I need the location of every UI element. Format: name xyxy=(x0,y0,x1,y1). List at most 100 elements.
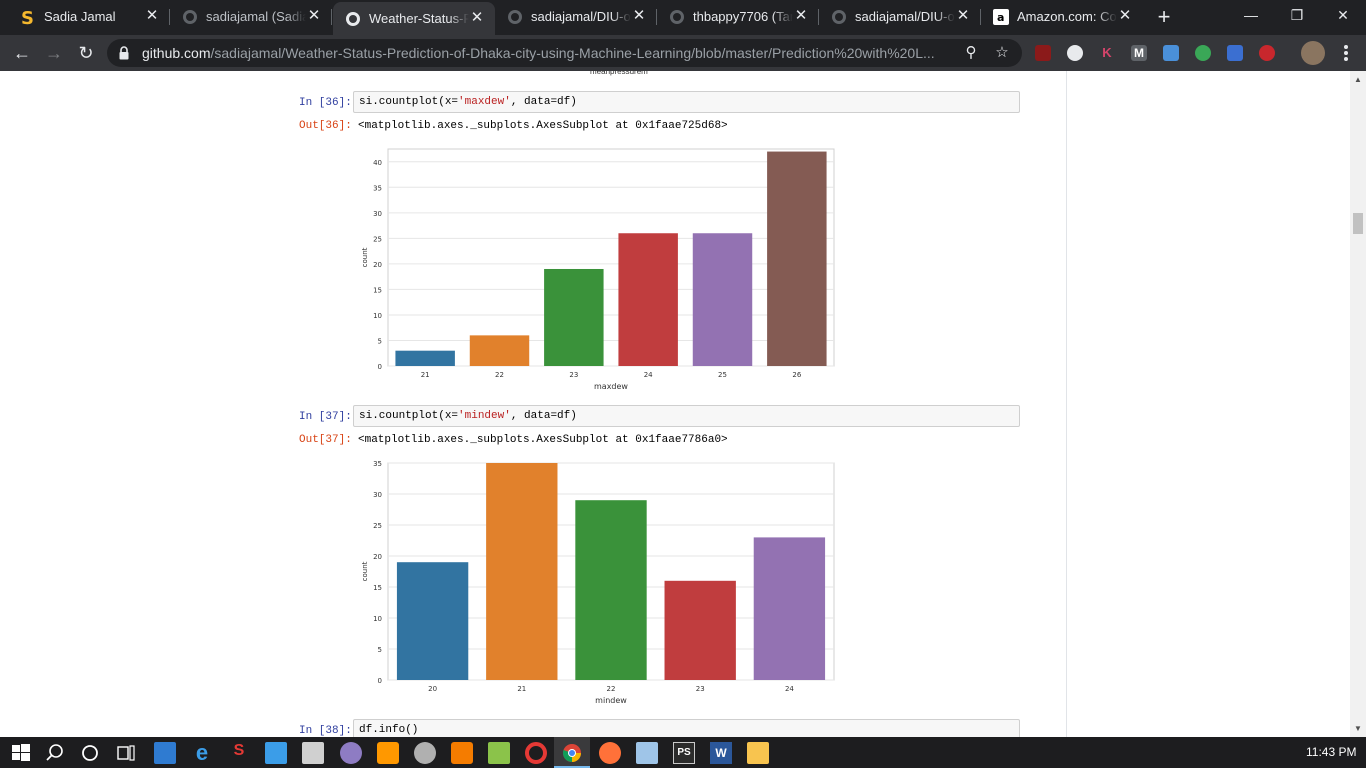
phpstorm-icon[interactable]: PS xyxy=(673,742,695,764)
pdf-extension-icon[interactable] xyxy=(1035,45,1051,61)
close-icon[interactable]: ✕ xyxy=(1117,8,1133,24)
menu-dots-icon[interactable] xyxy=(1336,43,1356,63)
tab-amazon[interactable]: a Amazon.com: Computers ✕ xyxy=(981,0,1143,35)
tff-extension-icon[interactable] xyxy=(1163,45,1179,61)
github-icon xyxy=(832,10,846,24)
file-explorer-icon[interactable] xyxy=(747,742,769,764)
bookmark-star-icon[interactable]: ☆ xyxy=(993,44,1011,62)
svg-text:a: a xyxy=(997,11,1004,24)
tab-title: Weather-Status-Prediction xyxy=(369,11,469,26)
x-tick-label: 23 xyxy=(569,371,578,379)
k-extension-icon[interactable]: K xyxy=(1099,45,1115,61)
bar xyxy=(544,268,604,366)
github-icon xyxy=(346,12,360,26)
y-tick-label: 0 xyxy=(378,677,382,685)
close-icon[interactable]: ✕ xyxy=(144,8,160,24)
close-icon[interactable]: ✕ xyxy=(306,8,322,24)
code-cell[interactable]: si.countplot(x='mindew', data=df) xyxy=(353,405,1020,427)
chrome-icon[interactable] xyxy=(561,742,583,764)
download-extension-icon[interactable] xyxy=(1227,45,1243,61)
back-arrow-icon[interactable]: ← xyxy=(8,39,36,67)
maxdew-countplot: 0 5 10 15 20 25 30 35 40 21 22 23 24 25 26 maxdew count xyxy=(361,148,835,391)
code-cell[interactable]: df.info() xyxy=(353,719,1020,737)
bar xyxy=(395,350,455,366)
scroll-up-icon[interactable]: ▲ xyxy=(1353,75,1363,85)
tab-title: sadiajamal/DIU-online xyxy=(855,9,955,24)
tab-diu-online[interactable]: sadiajamal/DIU-online ✕ xyxy=(495,0,657,35)
tab-weather-status[interactable]: Weather-Status-Prediction ✕ xyxy=(333,2,495,35)
code-suffix: , data=df) xyxy=(510,410,577,422)
x-tick-label: 23 xyxy=(696,685,705,693)
tab-strip: S Sadia Jamal ✕ sadiajamal (Sadia Jamal)… xyxy=(0,0,1366,35)
tab-sadia-jamal[interactable]: S Sadia Jamal ✕ xyxy=(8,0,170,35)
notepad-icon[interactable] xyxy=(488,742,510,764)
y-tick-label: 20 xyxy=(373,553,382,561)
grammarly-extension-icon[interactable] xyxy=(1067,45,1083,61)
browser-toolbar: ← → ↻ github.com/sadiajamal/Weather-Stat… xyxy=(0,35,1366,71)
store-icon[interactable] xyxy=(154,742,176,764)
calendar-icon[interactable] xyxy=(265,742,287,764)
page-scrollbar[interactable]: ▲ ▼ xyxy=(1350,71,1366,737)
y-tick-label: 10 xyxy=(373,615,382,623)
tab-thbappy[interactable]: thbappy7706 (Tamim) ✕ xyxy=(657,0,819,35)
y-tick-label: 0 xyxy=(378,363,382,371)
address-bar[interactable]: github.com/sadiajamal/Weather-Status-Pre… xyxy=(107,39,1022,67)
x-tick-label: 24 xyxy=(785,685,794,693)
close-icon[interactable]: ✕ xyxy=(469,10,485,26)
edge-icon[interactable]: e xyxy=(191,742,213,764)
y-tick-label: 25 xyxy=(373,522,382,530)
search-icon[interactable] xyxy=(44,742,66,764)
forward-arrow-icon[interactable]: → xyxy=(40,39,68,67)
firefox-icon[interactable] xyxy=(599,742,621,764)
y-tick-label: 20 xyxy=(373,261,382,269)
app-icon[interactable] xyxy=(414,742,436,764)
restore-button[interactable]: ❐ xyxy=(1274,0,1320,30)
close-icon[interactable]: ✕ xyxy=(955,8,971,24)
url-text[interactable]: github.com/sadiajamal/Weather-Status-Pre… xyxy=(142,45,952,61)
opera-icon[interactable] xyxy=(525,742,547,764)
xampp-icon[interactable] xyxy=(451,742,473,764)
reload-icon[interactable]: ↻ xyxy=(72,39,100,67)
clock: 11:43 PM xyxy=(1306,745,1357,759)
close-icon[interactable]: ✕ xyxy=(793,8,809,24)
tab-sadiajamal[interactable]: sadiajamal (Sadia Jamal) ✕ xyxy=(170,0,332,35)
cortana-icon[interactable] xyxy=(79,742,101,764)
svg-text:S: S xyxy=(21,9,34,25)
bar xyxy=(396,562,469,680)
scroll-down-icon[interactable]: ▼ xyxy=(1353,724,1363,734)
notepad-icon[interactable] xyxy=(636,742,658,764)
input-prompt: In [37]: xyxy=(299,411,352,423)
github-icon xyxy=(508,10,522,24)
close-icon[interactable]: ✕ xyxy=(631,8,647,24)
start-icon[interactable] xyxy=(10,742,32,764)
code-prefix: si.countplot(x= xyxy=(359,410,459,422)
zoom-icon[interactable]: ⚲ xyxy=(962,44,980,62)
bar xyxy=(618,233,678,366)
task-view-icon[interactable] xyxy=(115,742,137,764)
m-extension-icon[interactable]: M xyxy=(1131,45,1147,61)
minimize-button[interactable]: — xyxy=(1228,0,1274,30)
app-icon[interactable] xyxy=(340,742,362,764)
lock-icon[interactable] xyxy=(119,46,129,60)
drive-extension-icon[interactable] xyxy=(1195,45,1211,61)
output-prompt: Out[37]: xyxy=(299,434,352,446)
app-icon[interactable]: S xyxy=(228,742,250,764)
tab-diu-online-2[interactable]: sadiajamal/DIU-online ✕ xyxy=(819,0,981,35)
code-cell[interactable]: si.countplot(x='maxdew', data=df) xyxy=(353,91,1020,113)
x-tick-label: 22 xyxy=(607,685,616,693)
calculator-icon[interactable] xyxy=(302,742,324,764)
sublime-icon[interactable] xyxy=(377,742,399,764)
red-extension-icon[interactable] xyxy=(1259,45,1275,61)
y-tick-label: 10 xyxy=(373,312,382,320)
y-axis-label: count xyxy=(361,561,369,581)
y-tick-label: 30 xyxy=(373,210,382,218)
new-tab-button[interactable]: + xyxy=(1152,6,1176,30)
bar xyxy=(767,151,827,366)
bar xyxy=(575,500,647,680)
avatar[interactable] xyxy=(1301,41,1325,65)
github-icon xyxy=(670,10,684,24)
scrollbar-thumb[interactable] xyxy=(1353,213,1363,234)
bar xyxy=(664,580,736,680)
word-icon[interactable]: W xyxy=(710,742,732,764)
close-window-button[interactable]: ✕ xyxy=(1320,0,1366,30)
